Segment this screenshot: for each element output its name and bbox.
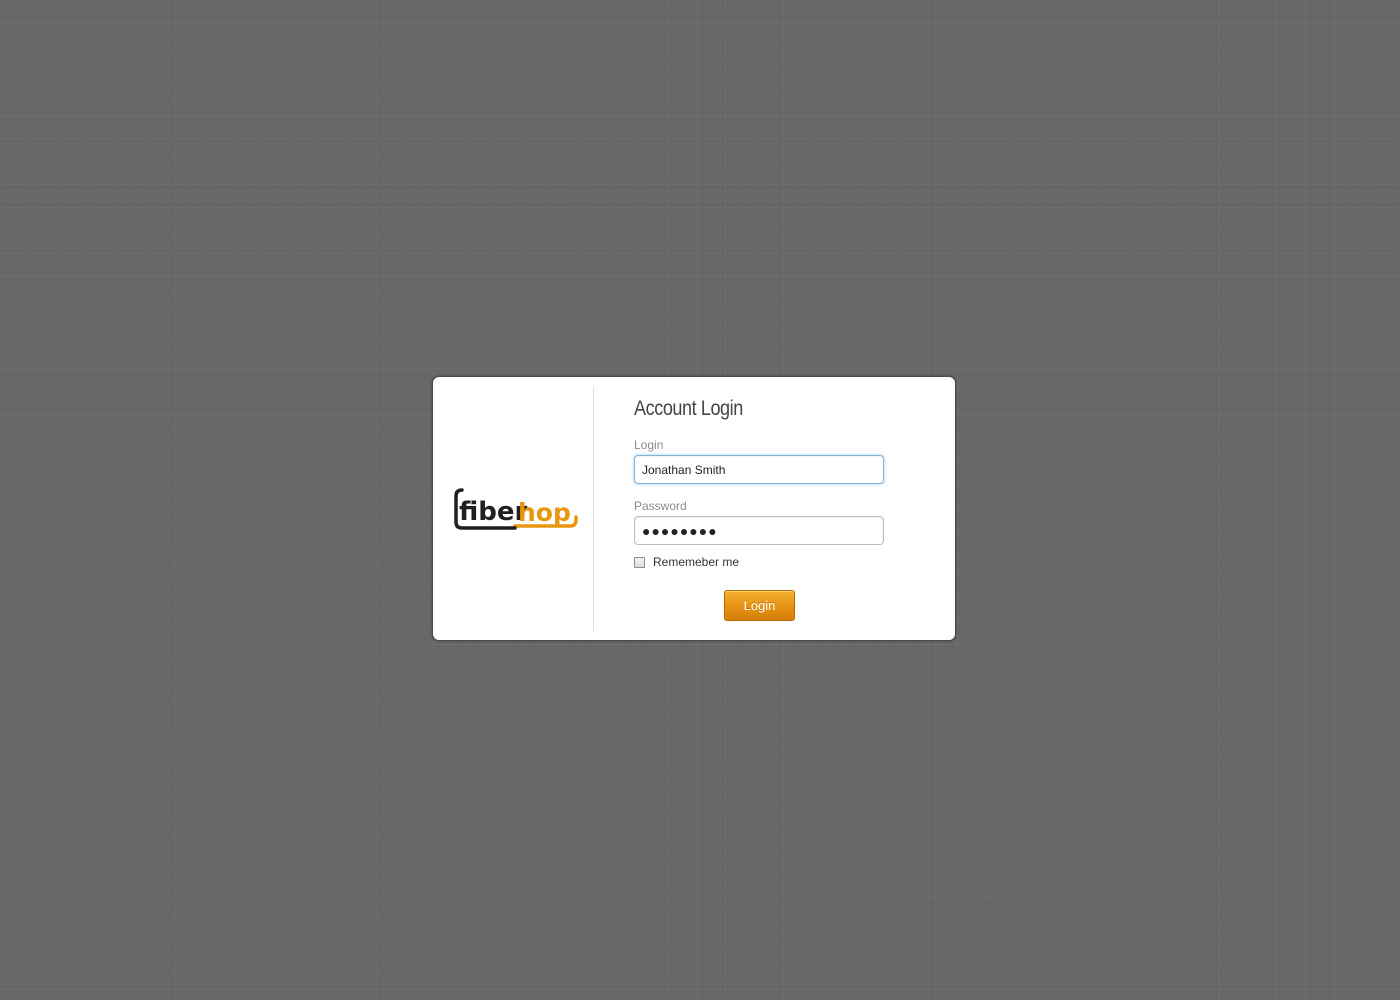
password-input[interactable] [634,516,884,545]
logo-text-secondary: hop [518,498,571,527]
login-label: Login [634,438,664,452]
logo-panel: fiber hop [433,377,593,640]
login-button[interactable]: Login [724,590,795,621]
remember-me-row[interactable]: Rememeber me [634,555,739,569]
login-input[interactable] [634,455,884,484]
remember-me-checkbox[interactable] [634,556,645,568]
password-label: Password [634,499,687,513]
form-title: Account Login [634,397,743,420]
fiberhop-logo: fiber hop [454,488,578,530]
remember-me-label[interactable]: Rememeber me [653,555,739,569]
divider [593,388,594,631]
login-card: fiber hop Account Login Login Password R… [432,376,956,641]
